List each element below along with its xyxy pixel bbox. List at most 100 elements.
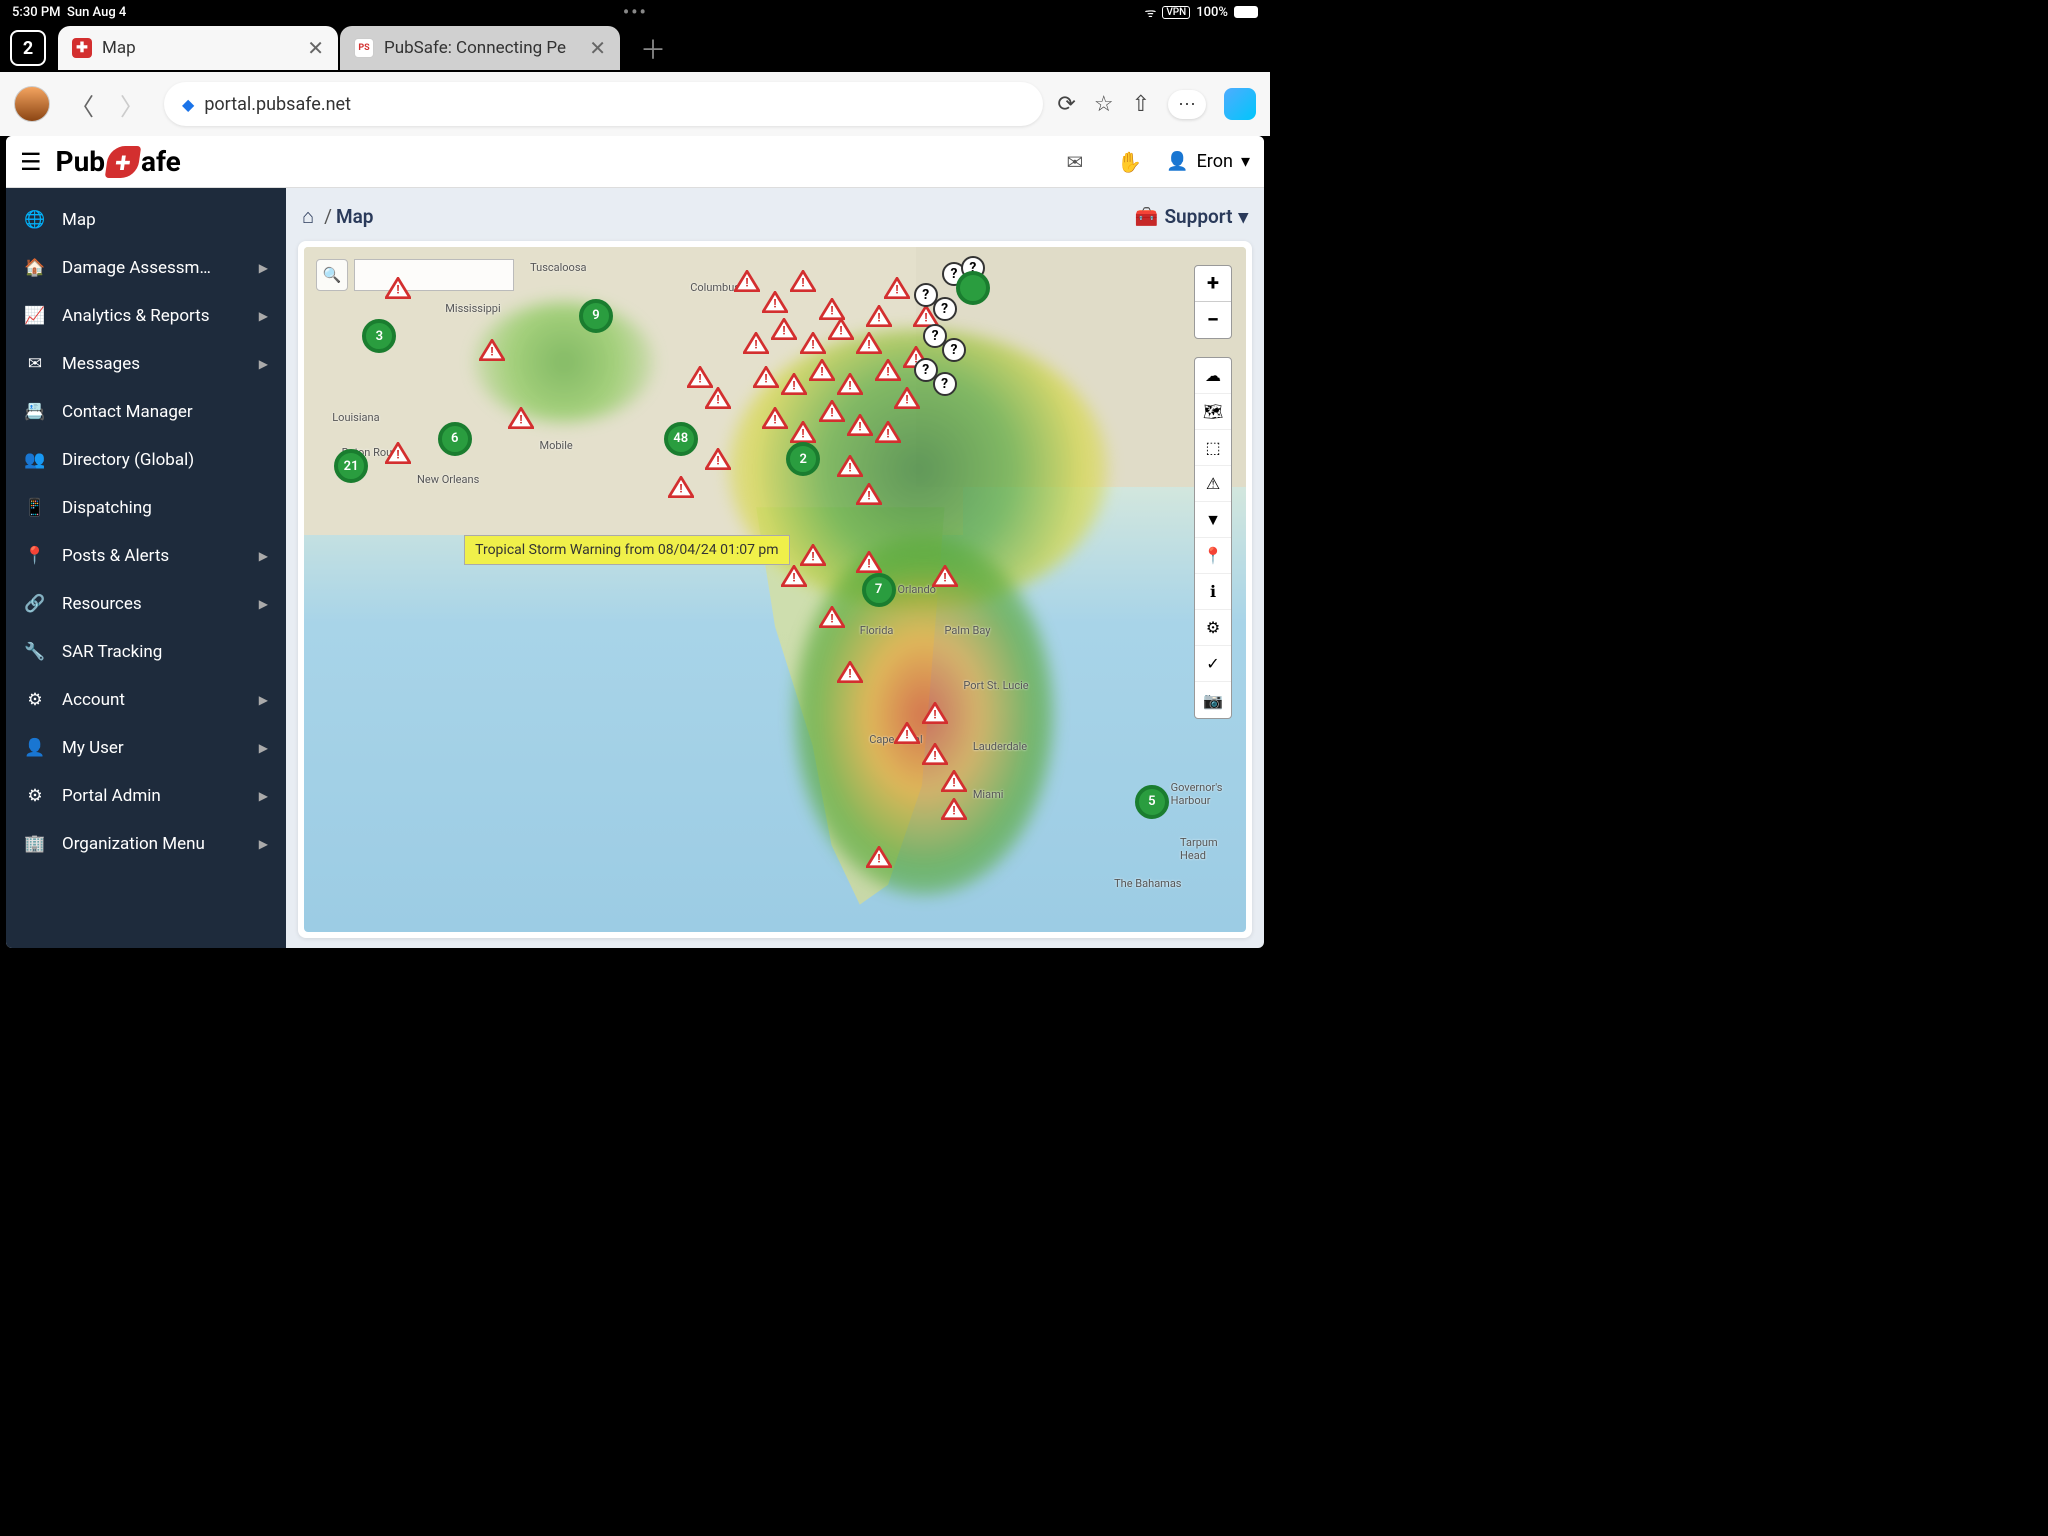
hazard-marker[interactable]: ! <box>762 407 788 429</box>
cluster-marker[interactable]: 9 <box>579 299 613 333</box>
user-menu[interactable]: 👤 Eron ▾ <box>1166 151 1250 172</box>
hazard-marker[interactable]: ! <box>705 448 731 470</box>
unknown-marker[interactable]: ? <box>942 338 966 362</box>
hazard-marker[interactable]: ! <box>941 770 967 792</box>
tab-map[interactable]: ✚ Map ✕ <box>58 26 338 70</box>
unknown-marker[interactable]: ? <box>933 372 957 396</box>
hazard-marker[interactable]: ! <box>866 305 892 327</box>
sidebar-item-my-user[interactable]: 👤My User▶ <box>6 724 286 772</box>
map-tool-1[interactable]: 🗺 <box>1195 394 1231 430</box>
sidebar-item-directory-global-[interactable]: 👥Directory (Global) <box>6 436 286 484</box>
sidebar-item-organization-menu[interactable]: 🏢Organization Menu▶ <box>6 820 286 868</box>
hazard-marker[interactable]: ! <box>875 421 901 443</box>
search-icon[interactable]: 🔍 <box>316 259 348 291</box>
tab-count-button[interactable]: 2 <box>10 30 46 66</box>
hazard-marker[interactable]: ! <box>800 544 826 566</box>
profile-avatar[interactable] <box>14 86 50 122</box>
map-tool-0[interactable]: ☁ <box>1195 358 1231 394</box>
hazard-marker[interactable]: ! <box>856 551 882 573</box>
zoom-out-button[interactable]: − <box>1195 302 1231 338</box>
hazard-marker[interactable]: ! <box>894 387 920 409</box>
cluster-marker[interactable]: 2 <box>786 442 820 476</box>
hazard-marker[interactable]: ! <box>894 722 920 744</box>
cluster-marker[interactable]: 6 <box>438 422 472 456</box>
hazard-marker[interactable]: ! <box>800 332 826 354</box>
hazard-marker[interactable]: ! <box>828 318 854 340</box>
sidebar-item-portal-admin[interactable]: ⚙Portal Admin▶ <box>6 772 286 820</box>
cluster-marker[interactable]: 5 <box>1135 785 1169 819</box>
back-button[interactable]: 〈 <box>64 87 100 122</box>
hazard-marker[interactable]: ! <box>875 359 901 381</box>
hazard-marker[interactable]: ! <box>932 565 958 587</box>
map-tool-4[interactable]: ▼ <box>1195 502 1231 538</box>
hazard-marker[interactable]: ! <box>847 414 873 436</box>
favorites-icon[interactable]: ☆ <box>1094 92 1114 117</box>
hazard-marker[interactable]: ! <box>837 455 863 477</box>
hazard-marker[interactable]: ! <box>819 606 845 628</box>
cluster-marker[interactable]: 21 <box>334 449 368 483</box>
hazard-marker[interactable]: ! <box>762 291 788 313</box>
hazard-marker[interactable]: ! <box>790 421 816 443</box>
mail-icon[interactable]: ✉ <box>1056 150 1093 174</box>
close-icon[interactable]: ✕ <box>589 36 606 60</box>
hazard-marker[interactable]: ! <box>790 270 816 292</box>
hazard-marker[interactable]: ! <box>668 476 694 498</box>
hazard-marker[interactable]: ! <box>866 846 892 868</box>
more-icon[interactable]: ⋯ <box>1168 90 1206 119</box>
cluster-marker[interactable]: 7 <box>862 573 896 607</box>
hazard-marker[interactable]: ! <box>771 318 797 340</box>
sidebar-item-damage-assessm-[interactable]: 🏠Damage Assessm…▶ <box>6 244 286 292</box>
hazard-marker[interactable]: ! <box>819 400 845 422</box>
unknown-marker[interactable]: ? <box>933 297 957 321</box>
cluster-marker[interactable] <box>956 271 990 305</box>
hazard-marker[interactable]: ! <box>922 743 948 765</box>
hazard-marker[interactable]: ! <box>479 339 505 361</box>
map-tool-5[interactable]: 📍 <box>1195 538 1231 574</box>
map-search-input[interactable] <box>354 259 514 291</box>
sidebar-item-account[interactable]: ⚙Account▶ <box>6 676 286 724</box>
hazard-marker[interactable]: ! <box>705 387 731 409</box>
hazard-marker[interactable]: ! <box>856 483 882 505</box>
copilot-icon[interactable] <box>1224 88 1256 120</box>
zoom-in-button[interactable]: + <box>1195 266 1231 302</box>
map-tool-7[interactable]: ⚙ <box>1195 610 1231 646</box>
sidebar-item-sar-tracking[interactable]: 🔧SAR Tracking <box>6 628 286 676</box>
address-bar[interactable]: ◆ portal.pubsafe.net <box>164 82 1043 126</box>
map-tool-8[interactable]: ✓ <box>1195 646 1231 682</box>
tab-pubsafe[interactable]: PS PubSafe: Connecting Pe ✕ <box>340 26 620 70</box>
hazard-marker[interactable]: ! <box>781 565 807 587</box>
reload-icon[interactable]: ⟳ <box>1057 92 1075 117</box>
logo[interactable]: Pub + afe <box>56 145 181 178</box>
support-link[interactable]: 🧰 Support ▾ <box>1135 205 1248 228</box>
hazard-marker[interactable]: ! <box>809 359 835 381</box>
new-tab-button[interactable]: ＋ <box>640 30 666 67</box>
hazard-marker[interactable]: ! <box>884 277 910 299</box>
hazard-marker[interactable]: ! <box>837 373 863 395</box>
hazard-marker[interactable]: ! <box>385 442 411 464</box>
hazard-marker[interactable]: ! <box>743 332 769 354</box>
hazard-marker[interactable]: ! <box>385 277 411 299</box>
map-tool-2[interactable]: ⬚ <box>1195 430 1231 466</box>
map-tool-6[interactable]: ℹ <box>1195 574 1231 610</box>
hazard-marker[interactable]: ! <box>941 798 967 820</box>
hazard-marker[interactable]: ! <box>837 661 863 683</box>
sidebar-item-resources[interactable]: 🔗Resources▶ <box>6 580 286 628</box>
sidebar-item-posts-alerts[interactable]: 📍Posts & Alerts▶ <box>6 532 286 580</box>
hazard-marker[interactable]: ! <box>781 373 807 395</box>
hand-icon[interactable]: ✋ <box>1107 150 1152 174</box>
hazard-marker[interactable]: ! <box>819 298 845 320</box>
hazard-marker[interactable]: ! <box>856 332 882 354</box>
sidebar-item-analytics-reports[interactable]: 📈Analytics & Reports▶ <box>6 292 286 340</box>
sidebar-item-dispatching[interactable]: 📱Dispatching <box>6 484 286 532</box>
cluster-marker[interactable]: 3 <box>362 319 396 353</box>
map-canvas[interactable]: Tropical Storm Warning from 08/04/24 01:… <box>304 247 1246 932</box>
hazard-marker[interactable]: ! <box>508 407 534 429</box>
multitask-dots[interactable]: ••• <box>126 2 1144 23</box>
cluster-marker[interactable]: 48 <box>664 422 698 456</box>
sidebar-item-messages[interactable]: ✉Messages▶ <box>6 340 286 388</box>
home-icon[interactable]: ⌂ <box>302 204 314 229</box>
share-icon[interactable]: ⇧ <box>1132 92 1150 117</box>
hazard-marker[interactable]: ! <box>687 366 713 388</box>
close-icon[interactable]: ✕ <box>307 36 324 60</box>
hazard-marker[interactable]: ! <box>734 270 760 292</box>
